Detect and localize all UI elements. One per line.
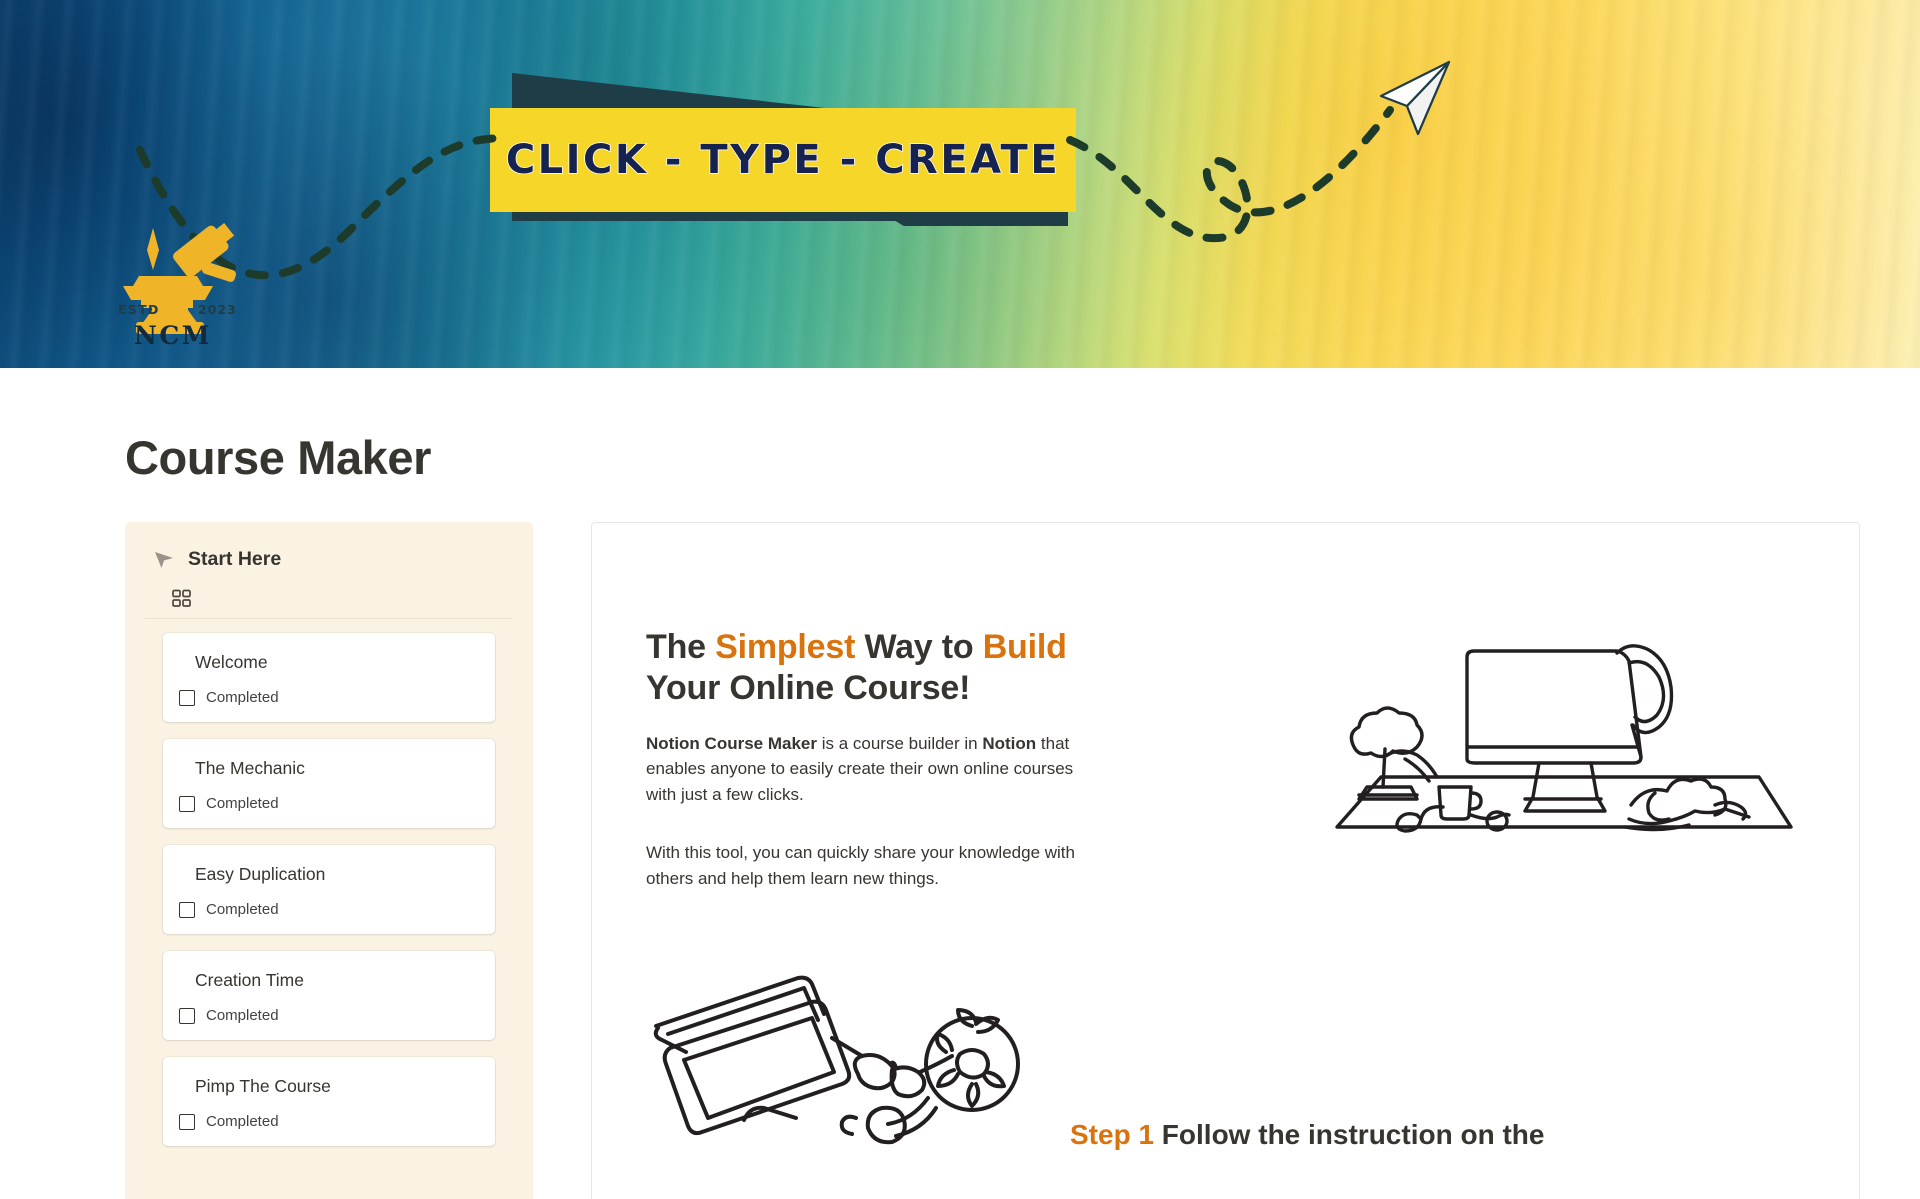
card-property: Completed (179, 901, 479, 918)
completed-checkbox[interactable] (179, 795, 195, 812)
gallery-card[interactable]: Welcome Completed (163, 633, 495, 722)
card-property: Completed (179, 795, 479, 812)
card-title: The Mechanic (195, 758, 305, 778)
card-property: Completed (179, 1007, 479, 1024)
gallery-card[interactable]: Easy Duplication Completed (163, 845, 495, 934)
chevron-down-icon[interactable] (213, 590, 230, 607)
hero-illustration-wrap (1118, 627, 1799, 837)
gallery-card-list: Welcome Completed The Mechanic Completed… (145, 633, 513, 1146)
card-title: Pimp The Course (195, 1076, 331, 1096)
step-illustration-wrap (646, 968, 1046, 1158)
step-section: Step 1 Follow the instruction on the (646, 968, 1799, 1158)
hero-text-block: The Simplest Way to Build Your Online Cou… (646, 627, 1098, 892)
step-instruction-text: Follow the instruction on the (1154, 1118, 1545, 1150)
gallery-grid-icon[interactable] (172, 589, 191, 608)
gallery-card[interactable]: Pimp The Course Completed (163, 1057, 495, 1146)
gallery-card[interactable]: Creation Time Completed (163, 951, 495, 1040)
page-layout: Start Here Welcome Completed The Mechani… (0, 522, 1920, 1199)
hero-heading-part2: Way to (855, 628, 983, 666)
hero-section: The Simplest Way to Build Your Online Cou… (646, 627, 1799, 892)
completed-checkbox[interactable] (179, 689, 195, 706)
ncm-logo: ESTD 2023 NCM (106, 218, 242, 348)
step-text-block: Step 1 Follow the instruction on the (1070, 1118, 1799, 1158)
page-title: Course Maker (125, 431, 432, 484)
card-title: Creation Time (195, 970, 304, 990)
hero-paragraph-1: Notion Course Maker is a course builder … (646, 731, 1098, 808)
card-property-label: Completed (206, 689, 279, 706)
card-property-label: Completed (206, 1007, 279, 1024)
cursor-arrow-icon (155, 551, 173, 568)
gallery-header: Start Here (145, 548, 513, 571)
hero-heading-accent2: Build (982, 628, 1067, 666)
page-cover-banner: CLICK - TYPE - CREATE ESTD 2023 NCM (0, 0, 1920, 368)
card-property-label: Completed (206, 1113, 279, 1130)
card-title: Easy Duplication (195, 864, 326, 884)
step-number-label: Step 1 (1070, 1118, 1155, 1150)
gallery-card[interactable]: The Mechanic Completed (163, 739, 495, 828)
card-property-label: Completed (206, 795, 279, 812)
completed-checkbox[interactable] (179, 901, 195, 918)
completed-checkbox[interactable] (179, 1007, 195, 1024)
page-body: Course Maker Start Here Welcome Complete… (0, 430, 1920, 1199)
logo-estd-label: ESTD (118, 302, 160, 317)
card-title: Welcome (195, 652, 268, 672)
hero-heading: The Simplest Way to Build Your Online Cou… (646, 627, 1098, 709)
hero-p1-bold2: Notion (982, 733, 1037, 753)
card-property-label: Completed (206, 901, 279, 918)
hero-paragraph-2: With this tool, you can quickly share yo… (646, 843, 1075, 888)
hero-heading-part1: The (646, 628, 716, 666)
card-property: Completed (179, 1113, 479, 1130)
desk-workspace-line-art-icon (1335, 644, 1793, 833)
completed-checkbox[interactable] (179, 1113, 195, 1130)
gallery-view-bar (145, 571, 513, 619)
course-content-panel: The Simplest Way to Build Your Online Cou… (591, 522, 1860, 1199)
hero-heading-part3: Your Online Course! (646, 668, 971, 707)
ncm-logo-svg: ESTD 2023 NCM (118, 222, 237, 348)
step-heading: Step 1 Follow the instruction on the (1070, 1118, 1799, 1152)
banner-headline: CLICK - TYPE - CREATE (505, 136, 1061, 184)
hero-p1-bold1: Notion Course Maker (646, 733, 817, 753)
card-property: Completed (179, 689, 479, 706)
start-here-gallery-panel: Start Here Welcome Completed The Mechani… (125, 522, 533, 1199)
logo-year: 2023 (198, 302, 237, 317)
gallery-title: Start Here (188, 548, 282, 570)
logo-brand: NCM (134, 321, 212, 348)
hero-p1-text1: is a course builder in (816, 733, 983, 753)
hero-heading-accent1: Simplest (715, 628, 856, 666)
banner-headline-box: CLICK - TYPE - CREATE (490, 108, 1076, 212)
laptop-books-line-art-icon (653, 975, 1020, 1144)
